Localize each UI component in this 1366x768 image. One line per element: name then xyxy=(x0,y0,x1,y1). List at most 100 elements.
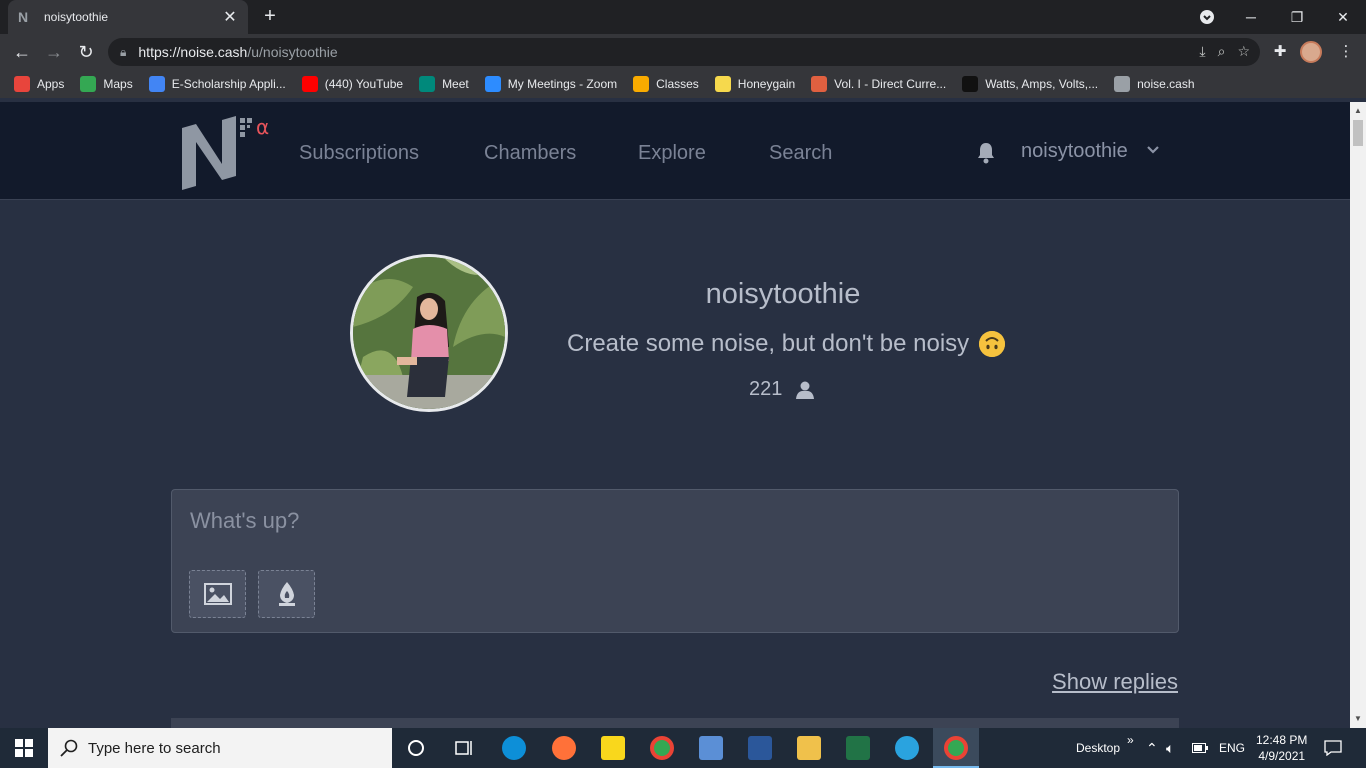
minimize-icon[interactable]: ─ xyxy=(1228,0,1274,34)
clock[interactable]: 12:48 PM 4/9/2021 xyxy=(1256,728,1307,768)
firefox-icon[interactable] xyxy=(552,736,576,760)
search-icon xyxy=(60,739,78,757)
word-icon[interactable] xyxy=(748,736,772,760)
noise-favicon-icon: N xyxy=(18,9,29,25)
page-content: α Subscriptions Chambers Explore Search … xyxy=(0,102,1350,728)
bookmark-label: Honeygain xyxy=(737,77,796,91)
sticky-notes-icon[interactable] xyxy=(601,736,625,760)
clock-date: 4/9/2021 xyxy=(1258,749,1306,763)
bookmark-favicon-icon xyxy=(14,76,30,92)
attach-image-button[interactable] xyxy=(189,570,246,618)
battery-icon[interactable] xyxy=(1192,728,1208,768)
bookmark-item[interactable]: Apps xyxy=(14,76,64,92)
bookmark-favicon-icon xyxy=(80,76,97,92)
edge-icon[interactable] xyxy=(502,736,526,760)
post-composer[interactable]: What's up? xyxy=(171,489,1179,633)
composer-placeholder[interactable]: What's up? xyxy=(190,508,299,534)
bookmark-favicon-icon xyxy=(148,76,165,92)
clock-time: 12:48 PM xyxy=(1256,733,1308,747)
bookmark-star-icon[interactable]: ☆ xyxy=(1237,43,1250,60)
bookmark-item[interactable]: Watts, Amps, Volts,... xyxy=(962,76,1098,92)
subscriber-number: 221 xyxy=(749,378,783,400)
lock-icon: 🔒︎ xyxy=(120,44,127,59)
bookmark-favicon-icon xyxy=(419,76,436,92)
bookmark-item[interactable]: (440) YouTube xyxy=(301,76,404,92)
profile-avatar[interactable] xyxy=(1300,41,1322,63)
nav-chambers[interactable]: Chambers xyxy=(484,142,576,165)
site-navbar: α Subscriptions Chambers Explore Search … xyxy=(0,102,1350,200)
new-tab-icon[interactable]: + xyxy=(260,6,280,26)
desktop-toolbar-label[interactable]: Desktop xyxy=(1076,728,1120,768)
reload-icon[interactable]: ↻ xyxy=(74,40,98,64)
bookmark-favicon-icon xyxy=(962,76,979,92)
active-chrome-taskbar-button[interactable] xyxy=(933,728,979,768)
bookmark-item[interactable]: E-Scholarship Appli... xyxy=(148,76,286,92)
bookmark-label: (440) YouTube xyxy=(324,77,404,91)
task-view-icon[interactable] xyxy=(452,736,476,760)
bookmark-favicon-icon xyxy=(484,76,501,92)
zoom-icon[interactable]: ⌕ xyxy=(1218,43,1226,60)
restore-icon[interactable]: ❐ xyxy=(1274,0,1320,34)
scroll-down-icon[interactable]: ▼ xyxy=(1354,714,1362,723)
bookmark-item[interactable]: Meet xyxy=(419,76,469,92)
scrollbar-thumb[interactable] xyxy=(1353,120,1363,146)
address-bar[interactable]: 🔒︎ https://noise.cash/u/noisytoothie ⤓ ⌕… xyxy=(108,38,1260,66)
bookmark-item[interactable]: My Meetings - Zoom xyxy=(484,76,618,92)
bookmark-label: My Meetings - Zoom xyxy=(507,77,618,91)
attach-media-button[interactable] xyxy=(258,570,315,618)
bookmark-item[interactable]: Maps xyxy=(80,76,133,92)
windows-start-icon[interactable] xyxy=(0,728,48,768)
windows-taskbar: Type here to search Desktop » ⌃ 🔈︎ ENG 1… xyxy=(0,728,1366,768)
volume-icon[interactable]: 🔈︎ xyxy=(1166,728,1174,768)
nav-explore[interactable]: Explore xyxy=(638,142,706,165)
extensions-icon[interactable]: ✚ xyxy=(1268,40,1292,64)
upside-down-face-icon xyxy=(979,331,1006,357)
bookmark-item[interactable]: Honeygain xyxy=(714,76,796,92)
user-menu[interactable]: noisytoothie xyxy=(1021,140,1128,163)
next-post-card xyxy=(171,718,1179,728)
notifications-icon[interactable] xyxy=(1324,728,1342,768)
profile-name: noisytoothie xyxy=(705,278,861,310)
telegram-icon[interactable] xyxy=(895,736,919,760)
chrome-icon[interactable] xyxy=(650,736,674,760)
bookmark-favicon-icon xyxy=(301,76,318,92)
back-icon[interactable]: ← xyxy=(10,40,34,64)
nav-subscriptions[interactable]: Subscriptions xyxy=(299,142,419,165)
show-hidden-icons-icon[interactable]: ⌃ xyxy=(1146,728,1158,768)
logo-alpha: α xyxy=(256,116,269,139)
bookmark-label: E-Scholarship Appli... xyxy=(171,77,286,91)
tab-search-icon[interactable] xyxy=(1184,0,1230,34)
cortana-icon[interactable] xyxy=(404,736,428,760)
toolbar-chevron-icon[interactable]: » xyxy=(1127,720,1134,760)
bookmark-favicon-icon xyxy=(714,76,731,92)
browser-tab[interactable]: N noisytoothie ✕ xyxy=(8,0,248,34)
browser-toolbar: ← → ↻ 🔒︎ https://noise.cash/u/noisytooth… xyxy=(0,34,1366,70)
taskbar-search-box[interactable]: Type here to search xyxy=(48,728,392,768)
chevron-down-icon[interactable] xyxy=(1146,142,1160,158)
install-icon[interactable]: ⤓ xyxy=(1199,43,1205,60)
menu-icon[interactable]: ⋮ xyxy=(1334,40,1358,64)
subscriber-count: 221 xyxy=(749,378,815,401)
bookmark-label: Classes xyxy=(656,77,699,91)
nav-search[interactable]: Search xyxy=(769,142,832,165)
tab-title: noisytoothie xyxy=(44,10,109,24)
bookmark-item[interactable]: Vol. I - Direct Curre... xyxy=(811,76,946,92)
scroll-up-icon[interactable]: ▲ xyxy=(1354,106,1362,115)
excel-icon[interactable] xyxy=(846,736,870,760)
noise-logo[interactable]: α xyxy=(182,116,272,190)
bookmark-item[interactable]: noise.cash xyxy=(1114,76,1195,92)
language-indicator[interactable]: ENG xyxy=(1219,728,1245,768)
close-window-icon[interactable]: ✕ xyxy=(1320,0,1366,34)
page-scrollbar[interactable]: ▲ ▼ xyxy=(1350,102,1366,728)
show-replies-link[interactable]: Show replies xyxy=(1052,669,1178,695)
profile-bio: Create some noise, but don't be noisy xyxy=(567,330,1006,358)
close-tab-icon[interactable]: ✕ xyxy=(222,7,238,27)
bookmark-item[interactable]: Classes xyxy=(633,76,699,92)
bookmarks-bar: Apps Maps E-Scholarship Appli... (440) YouT… xyxy=(0,70,1366,98)
file-explorer-icon[interactable] xyxy=(797,736,821,760)
forward-icon[interactable]: → xyxy=(42,40,66,64)
taskbar-search-placeholder: Type here to search xyxy=(88,739,221,757)
vb-app-icon[interactable] xyxy=(699,736,723,760)
bell-icon[interactable] xyxy=(976,142,996,164)
url-host: https://noise.cash xyxy=(138,44,248,60)
